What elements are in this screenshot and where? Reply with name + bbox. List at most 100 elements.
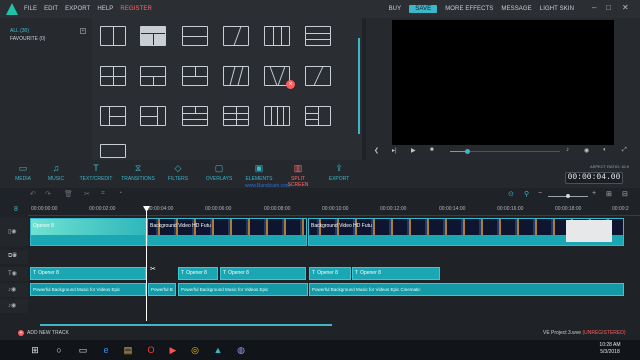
preview-seek-knob[interactable]: [464, 149, 470, 154]
music-track-icon[interactable]: ♪◉: [8, 286, 16, 293]
media-player-icon[interactable]: ▶: [166, 343, 180, 357]
timeline-scrollbar[interactable]: [40, 324, 332, 326]
fullscreen-icon[interactable]: ⤢: [622, 147, 627, 154]
crop-icon[interactable]: ⌗: [101, 190, 105, 198]
text-clip[interactable]: T Opener 8: [352, 267, 440, 280]
split-layout-tile[interactable]: [100, 144, 126, 158]
buy-button[interactable]: BUY: [389, 6, 402, 12]
add-track-button[interactable]: + ADD NEW TRACK: [18, 330, 69, 336]
tool-filters[interactable]: ◇ FILTERS: [160, 162, 196, 182]
menu-export[interactable]: EXPORT: [65, 6, 90, 12]
tool-elements[interactable]: ▣ ELEMENTS: [241, 162, 277, 182]
video-editor-taskbar-icon[interactable]: ▲: [211, 343, 225, 357]
playhead[interactable]: [146, 206, 147, 321]
clip-bar: [148, 235, 306, 245]
delete-icon[interactable]: 🗑: [64, 190, 73, 198]
light-skin-button[interactable]: LIGHT SKIN: [540, 6, 574, 12]
volume-icon[interactable]: ♪: [566, 147, 569, 153]
undo-icon[interactable]: ↶: [30, 190, 36, 198]
timeline-settings-icon[interactable]: ⊟: [622, 190, 628, 198]
task-view-icon[interactable]: ▭: [76, 343, 90, 357]
prev-frame-icon[interactable]: ❮: [374, 147, 379, 154]
menu-file[interactable]: FILE: [24, 6, 37, 12]
pip-track-icon[interactable]: ⧉◉: [8, 253, 17, 260]
more-effects-button[interactable]: MORE EFFECTS: [445, 6, 493, 12]
speed-icon[interactable]: ◔: [118, 190, 122, 197]
audio-clip[interactable]: Powerful B: [148, 283, 176, 296]
tool-export[interactable]: ⇪ EXPORT: [321, 162, 357, 182]
split-layout-tile[interactable]: [305, 66, 331, 86]
audio-clip[interactable]: Powerful Background Music for Videos Epi…: [309, 283, 624, 296]
tool-label: ELEMENTS: [245, 176, 273, 182]
text-clip[interactable]: T Opener 8: [309, 267, 351, 280]
music-track-icon-2[interactable]: ♪◉: [8, 302, 16, 309]
snapshot-icon[interactable]: ◉: [584, 147, 589, 154]
split-layout-tile[interactable]: [182, 106, 208, 126]
text-clip[interactable]: T Opener 8: [30, 267, 146, 280]
chrome-icon[interactable]: ◎: [188, 343, 202, 357]
split-layout-tile[interactable]: [140, 66, 166, 86]
library-all[interactable]: ALL (30): [10, 28, 29, 34]
taskbar-clock[interactable]: 10:28 AM 5/3/2018: [590, 342, 630, 356]
add-folder-button[interactable]: +: [80, 28, 86, 34]
video-clip[interactable]: Opener 8: [30, 218, 146, 246]
split-layout-tile[interactable]: [264, 106, 290, 126]
audio-clip[interactable]: Powerful Background Music for Videos Epi…: [30, 283, 146, 296]
tool-media[interactable]: ▭ MEDIA: [5, 162, 41, 182]
menu-edit[interactable]: EDIT: [44, 6, 58, 12]
split-layout-tile[interactable]: [305, 26, 331, 46]
tool-music[interactable]: ♫ MUSIC: [38, 162, 74, 182]
video-clip[interactable]: Background Video HD Futu: [147, 218, 307, 246]
split-layout-tile[interactable]: [305, 106, 331, 126]
minimize-icon[interactable]: –: [592, 3, 596, 12]
windows-start-icon[interactable]: ⊞: [28, 343, 42, 357]
stop-icon[interactable]: ■: [430, 147, 434, 153]
tool-text-credit[interactable]: T TEXT/CREDIT: [78, 162, 114, 182]
aspect-ratio-label[interactable]: ASPECT RATIO: 16:9: [590, 164, 629, 169]
zoom-in-icon[interactable]: +: [592, 190, 596, 197]
opera-icon[interactable]: O: [144, 343, 158, 357]
zoom-out-icon[interactable]: −: [538, 190, 542, 197]
split-layout-tile[interactable]: [100, 66, 126, 86]
split-layout-tile[interactable]: [140, 106, 166, 126]
edge-browser-icon[interactable]: e: [99, 343, 113, 357]
split-layout-tile[interactable]: [223, 26, 249, 46]
maximize-icon[interactable]: □: [606, 3, 611, 12]
search-icon[interactable]: ○: [52, 343, 66, 357]
render-icon[interactable]: ⊙: [508, 190, 514, 198]
tool-overlays[interactable]: ▢ OVERLAYS: [201, 162, 237, 182]
close-icon[interactable]: ✕: [622, 3, 629, 12]
video-track-icon[interactable]: ▯◉: [8, 228, 17, 235]
audio-clip[interactable]: Powerful Background Music for Videos Epi…: [178, 283, 308, 296]
menu-help[interactable]: HELP: [97, 6, 113, 12]
cut-icon[interactable]: ✂: [84, 190, 90, 198]
split-layout-tile[interactable]: [100, 106, 126, 126]
app-taskbar-icon[interactable]: ◍: [234, 343, 248, 357]
file-explorer-icon[interactable]: ▤: [121, 343, 135, 357]
marker-icon[interactable]: ⚲: [524, 190, 529, 198]
text-track-icon[interactable]: T◉: [8, 270, 17, 277]
split-layout-tile[interactable]: [100, 26, 126, 46]
split-layout-tile[interactable]: [264, 26, 290, 46]
fit-timeline-icon[interactable]: ⊞: [606, 190, 612, 198]
layout-scrollbar[interactable]: [358, 38, 360, 134]
split-layout-tile[interactable]: [182, 26, 208, 46]
library-favourite[interactable]: FAVOURITE (0): [10, 36, 45, 42]
split-layout-tile[interactable]: [140, 26, 166, 46]
tool-transitions[interactable]: ⧖ TRANSITIONS: [120, 162, 156, 182]
message-button[interactable]: MESSAGE: [501, 6, 531, 12]
split-layout-tile[interactable]: [223, 66, 249, 86]
split-layout-tile[interactable]: [223, 106, 249, 126]
redo-icon[interactable]: ↷: [45, 190, 51, 198]
save-button[interactable]: SAVE: [409, 5, 438, 13]
play-icon[interactable]: ▶: [411, 147, 416, 154]
track-manager-icon[interactable]: 8: [14, 206, 18, 213]
split-layout-tile[interactable]: [182, 66, 208, 86]
play-backward-icon[interactable]: ▸|: [392, 147, 397, 154]
clip-name: Opener 8: [33, 223, 54, 229]
menu-register[interactable]: REGISTER: [120, 6, 151, 12]
volume-slider-icon[interactable]: ◐: [603, 147, 607, 153]
text-clip[interactable]: T Opener 8: [178, 267, 218, 280]
text-clip[interactable]: T Opener 8: [220, 267, 306, 280]
zoom-slider-knob[interactable]: [566, 194, 570, 198]
